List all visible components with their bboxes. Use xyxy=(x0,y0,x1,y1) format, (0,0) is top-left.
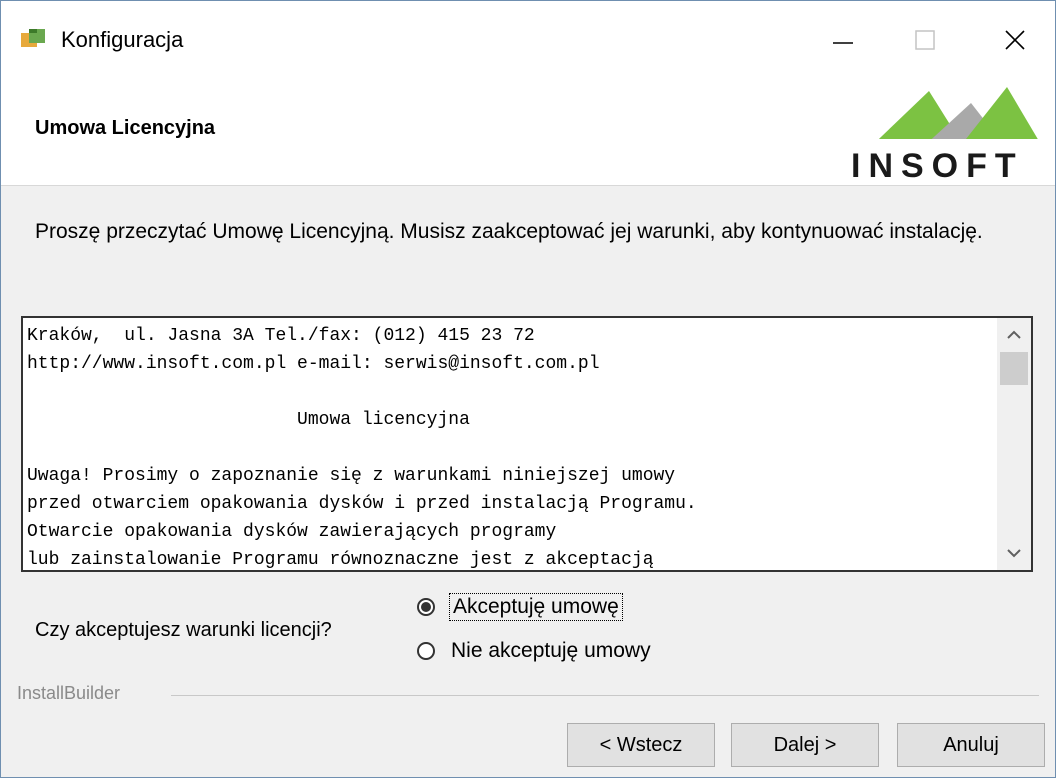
chevron-down-icon xyxy=(1007,549,1021,558)
maximize-icon xyxy=(915,30,935,50)
radio-decline-circle[interactable] xyxy=(417,642,435,660)
minimize-icon xyxy=(833,42,853,44)
separator-line xyxy=(171,695,1039,696)
close-button[interactable] xyxy=(985,15,1045,65)
license-textbox[interactable]: Kraków, ul. Jasna 3A Tel./fax: (012) 415… xyxy=(21,316,1033,572)
chevron-up-icon xyxy=(1007,330,1021,339)
installer-app-icon xyxy=(21,29,45,47)
next-button[interactable]: Dalej > xyxy=(731,723,879,767)
radio-decline[interactable]: Nie akceptuję umowy xyxy=(417,639,651,663)
close-icon xyxy=(1005,30,1025,50)
radio-decline-label[interactable]: Nie akceptuję umowy xyxy=(451,639,651,663)
radio-accept-label[interactable]: Akceptuję umowę xyxy=(449,593,623,621)
minimize-button[interactable] xyxy=(813,15,873,65)
scrollbar-thumb[interactable] xyxy=(1000,352,1028,385)
scroll-up-button[interactable] xyxy=(997,318,1031,350)
insoft-logo: INSOFT xyxy=(839,87,1049,183)
back-button[interactable]: < Wstecz xyxy=(567,723,715,767)
setup-window: Konfiguracja Umowa Licencyjna INSOFT Pro… xyxy=(0,0,1056,778)
vertical-scrollbar[interactable] xyxy=(997,318,1031,570)
radio-selected-dot xyxy=(421,602,431,612)
license-text: Kraków, ul. Jasna 3A Tel./fax: (012) 415… xyxy=(27,326,697,570)
radio-accept[interactable]: Akceptuję umowę xyxy=(417,593,623,621)
radio-accept-circle[interactable] xyxy=(417,598,435,616)
page-title: Umowa Licencyjna xyxy=(35,117,216,139)
accept-question: Czy akceptujesz warunki licencji? xyxy=(35,619,332,641)
installbuilder-label: InstallBuilder xyxy=(17,683,129,704)
wizard-header: Umowa Licencyjna INSOFT xyxy=(1,83,1055,186)
window-title: Konfiguracja xyxy=(61,27,184,52)
intro-text: Proszę przeczytać Umowę Licencyjną. Musi… xyxy=(35,220,983,243)
cancel-button[interactable]: Anuluj xyxy=(897,723,1045,767)
maximize-button[interactable] xyxy=(895,15,955,65)
title-bar[interactable]: Konfiguracja xyxy=(1,1,1055,83)
logo-text: INSOFT xyxy=(851,147,1024,183)
scroll-down-button[interactable] xyxy=(997,538,1031,570)
